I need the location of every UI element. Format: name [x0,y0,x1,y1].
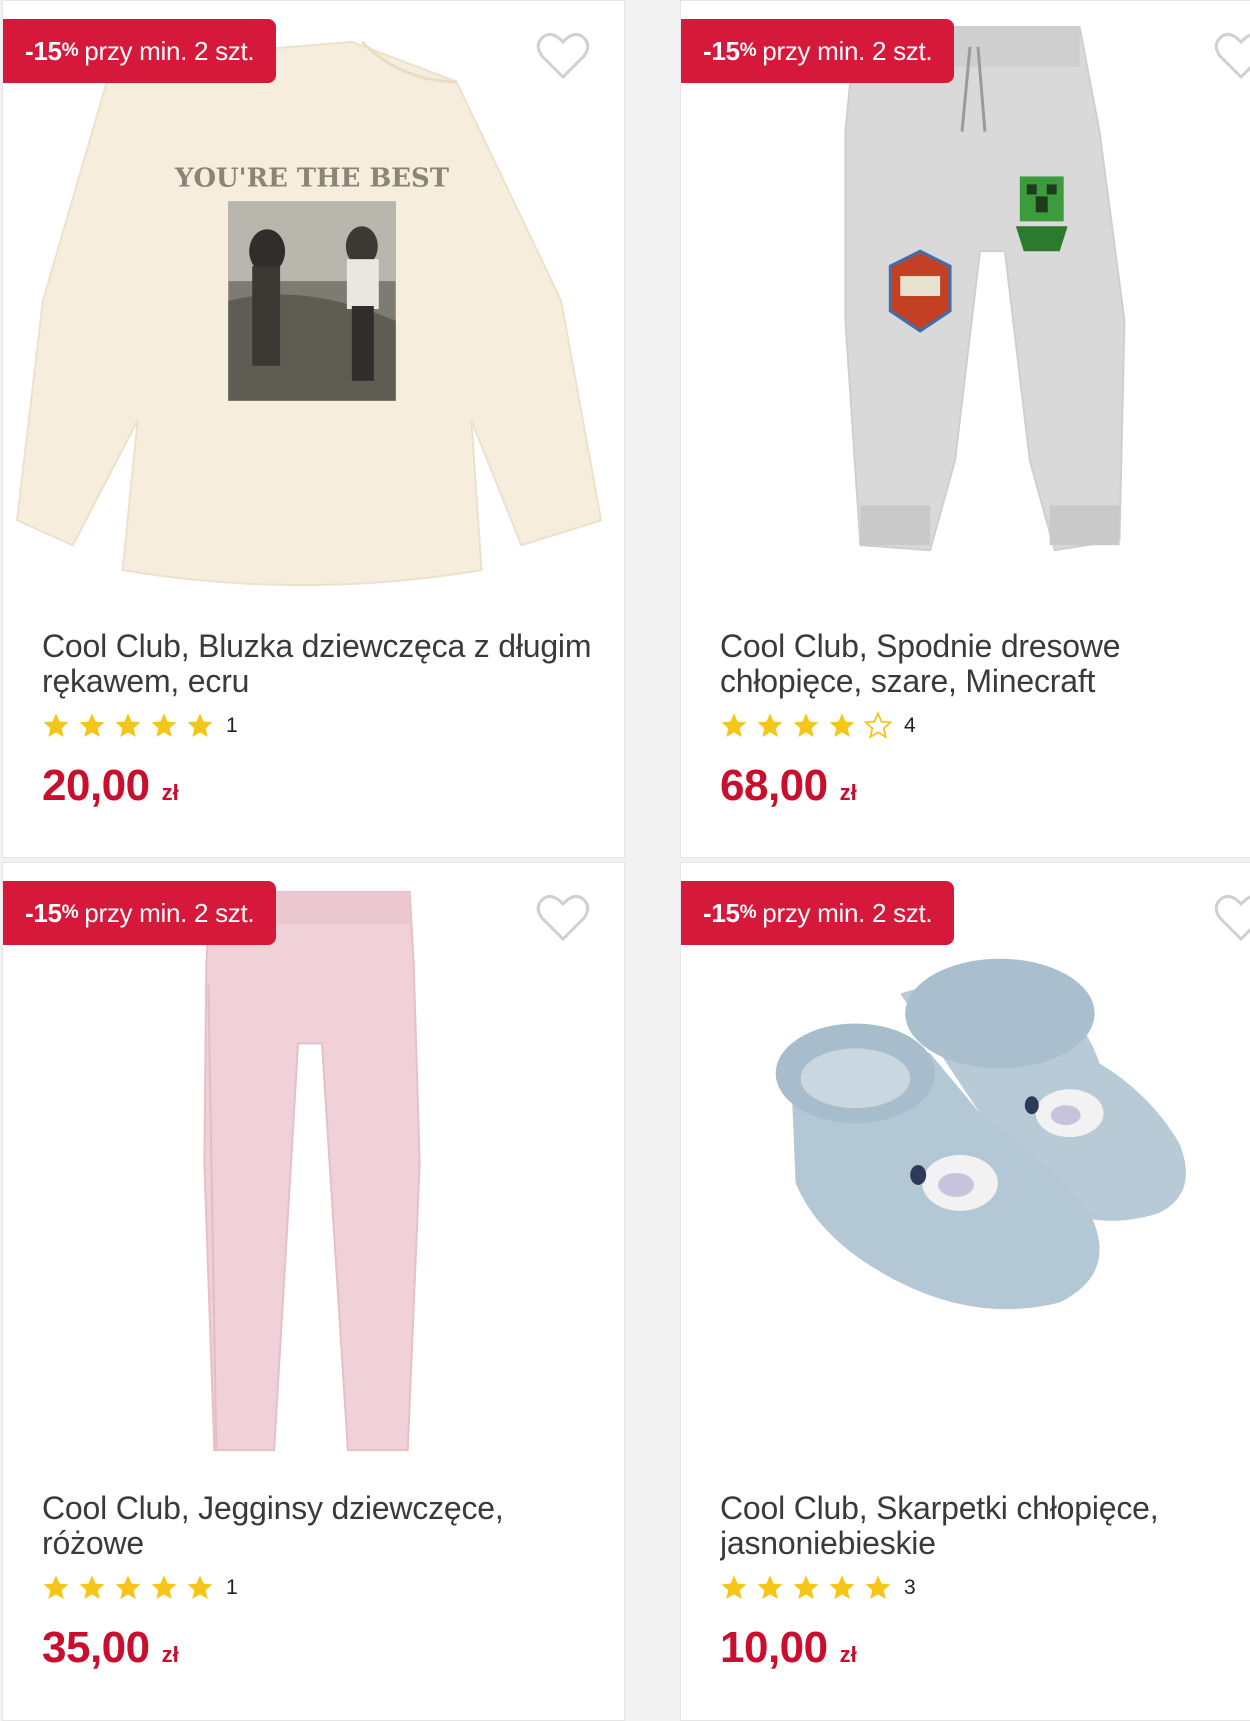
wishlist-heart-icon[interactable] [1214,893,1250,943]
product-image-pink-jeggings[interactable] [3,863,624,1473]
price: 35,00 zł [42,1623,604,1673]
product-info: Cool Club, Bluzka dziewczęca z długim rę… [42,629,604,811]
rating-count: 4 [904,714,916,737]
product-card[interactable]: -15% przy min. 2 szt. Cool Club, Skarpet… [680,862,1250,1721]
wishlist-heart-icon[interactable] [536,31,590,81]
promo-badge: -15% przy min. 2 szt. [681,19,955,83]
price-currency: zł [839,780,857,805]
promo-badge-percent: -15 [703,897,740,928]
price: 10,00 zł [720,1623,1239,1673]
price: 68,00 zł [720,761,1239,811]
price-amount: 35,00 [42,1623,150,1672]
star-empty-icon [864,712,892,739]
product-title[interactable]: Cool Club, Bluzka dziewczęca z długim rę… [42,629,604,701]
rating: 1 [42,711,604,741]
wishlist-heart-icon[interactable] [536,893,590,943]
star-filled-icon [829,713,855,737]
product-image-grey-pants[interactable] [681,1,1250,611]
promo-badge: -15% przy min. 2 szt. [681,881,955,945]
rating-count: 1 [226,714,238,737]
promo-badge-text: przy min. 2 szt. [84,897,255,928]
product-title[interactable]: Cool Club, Jegginsy dziewczęce, różowe [42,1491,604,1563]
star-filled-icon [865,1575,891,1599]
star-filled-icon [793,1575,819,1599]
star-filled-icon [43,1575,69,1599]
price-currency: zł [839,1642,857,1667]
product-image-cream-shirt[interactable]: YOU'RE THE BEST [3,1,624,611]
promo-badge-percent-sign: % [61,40,79,61]
promo-badge-text: przy min. 2 szt. [762,897,933,928]
star-filled-icon [793,713,819,737]
rating-count: 3 [904,1576,916,1599]
product-card[interactable]: -15% przy min. 2 szt. Cool Club, Spodnie… [680,0,1250,858]
star-filled-icon [79,1575,105,1599]
shirt-print-text: YOU'RE THE BEST [174,163,450,193]
promo-badge-percent: -15 [25,35,62,66]
star-filled-icon [721,713,747,737]
rating: 4 [720,711,1239,741]
star-filled-icon [151,713,177,737]
promo-badge: -15% przy min. 2 szt. [3,881,277,945]
product-title[interactable]: Cool Club, Skarpetki chłopięce, jasnonie… [720,1491,1239,1563]
price-amount: 20,00 [42,761,150,810]
price-currency: zł [161,780,179,805]
rating-count: 1 [226,1576,238,1599]
promo-badge-percent: -15 [25,897,62,928]
star-filled-icon [829,1575,855,1599]
product-info: Cool Club, Jegginsy dziewczęce, różowe 1… [42,1491,604,1673]
promo-badge-text: przy min. 2 szt. [762,35,933,66]
rating: 1 [42,1573,604,1603]
promo-badge: -15% przy min. 2 szt. [3,19,277,83]
star-filled-icon [79,713,105,737]
star-filled-icon [721,1575,747,1599]
product-title[interactable]: Cool Club, Spodnie dresowe chłopięce, sz… [720,629,1239,701]
star-filled-icon [43,713,69,737]
star-filled-icon [187,1575,213,1599]
price-amount: 68,00 [720,761,828,810]
promo-badge-percent-sign: % [739,902,757,923]
product-image-blue-socks[interactable] [681,863,1250,1473]
promo-badge-text: przy min. 2 szt. [84,35,255,66]
wishlist-heart-icon[interactable] [1214,31,1250,81]
star-filled-icon [187,713,213,737]
star-filled-icon [151,1575,177,1599]
price-currency: zł [161,1642,179,1667]
star-filled-icon [757,713,783,737]
product-card[interactable]: YOU'RE THE BEST -15% przy min. 2 szt. Co… [2,0,625,858]
price: 20,00 zł [42,761,604,811]
star-filled-icon [115,1575,141,1599]
product-card[interactable]: -15% przy min. 2 szt. Cool Club, Jeggins… [2,862,625,1721]
product-info: Cool Club, Skarpetki chłopięce, jasnonie… [720,1491,1239,1673]
rating: 3 [720,1573,1239,1603]
promo-badge-percent: -15 [703,35,740,66]
star-filled-icon [115,713,141,737]
price-amount: 10,00 [720,1623,828,1672]
product-grid: YOU'RE THE BEST -15% przy min. 2 szt. Co… [0,0,1250,1721]
star-filled-icon [757,1575,783,1599]
promo-badge-percent-sign: % [739,40,757,61]
promo-badge-percent-sign: % [61,902,79,923]
product-info: Cool Club, Spodnie dresowe chłopięce, sz… [720,629,1239,811]
